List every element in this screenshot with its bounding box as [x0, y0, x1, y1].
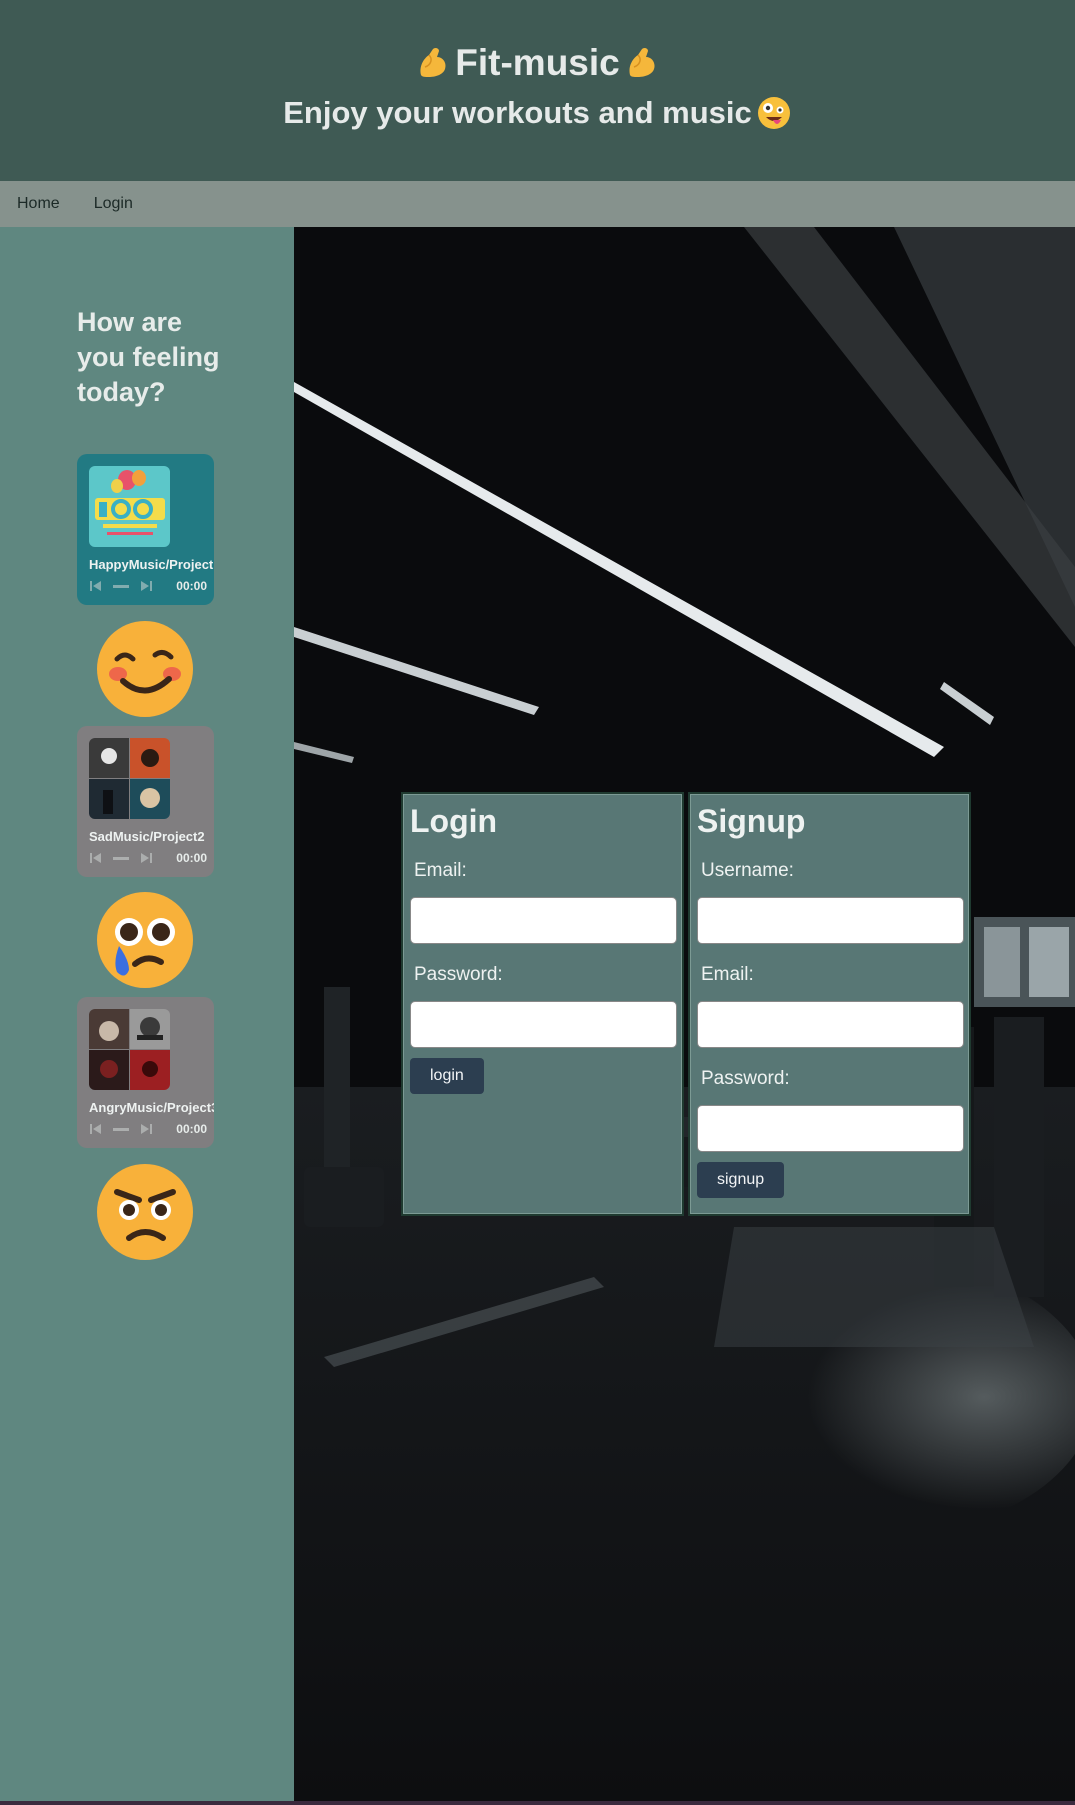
angry-player-controls: 00:00 — [89, 1121, 207, 1137]
site-title-row: Fit-music — [0, 40, 1075, 86]
happy-track-time: 00:00 — [176, 579, 207, 593]
happy-track-name: HappyMusic/Project1 — [89, 557, 214, 572]
progress-bar[interactable] — [113, 584, 129, 588]
angry-album-cover — [89, 1009, 170, 1090]
skip-forward-icon[interactable] — [139, 1122, 153, 1136]
login-email-label: Email: — [414, 860, 467, 881]
signup-title: Signup — [697, 803, 806, 839]
site-subtitle-row: Enjoy your workouts and music — [0, 93, 1075, 133]
progress-bar[interactable] — [113, 1127, 129, 1131]
happy-album-cover — [89, 466, 170, 547]
flexed-biceps-icon — [629, 47, 655, 77]
sad-track-name: SadMusic/Project2 — [89, 829, 205, 844]
login-email-input[interactable] — [410, 897, 677, 944]
signup-password-label: Password: — [701, 1068, 790, 1089]
login-button[interactable]: login — [410, 1058, 484, 1094]
skip-back-icon[interactable] — [89, 851, 103, 865]
nav-login-link[interactable]: Login — [77, 195, 150, 213]
signup-username-input[interactable] — [697, 897, 964, 944]
flexed-biceps-icon — [420, 47, 446, 77]
login-title: Login — [410, 803, 498, 839]
signup-username-label: Username: — [701, 860, 794, 881]
skip-back-icon[interactable] — [89, 1122, 103, 1136]
sad-music-player[interactable]: SadMusic/Project2 00:00 — [77, 726, 214, 877]
angry-track-time: 00:00 — [176, 1122, 207, 1136]
sad-player-controls: 00:00 — [89, 850, 207, 866]
top-nav: Home Login — [0, 181, 1075, 227]
skip-forward-icon[interactable] — [139, 851, 153, 865]
progress-bar[interactable] — [113, 856, 129, 860]
smiling-face-icon — [97, 621, 193, 717]
angry-face-icon — [97, 1164, 193, 1260]
angry-music-player[interactable]: AngryMusic/Project3 00:00 — [77, 997, 214, 1148]
login-password-input[interactable] — [410, 1001, 677, 1048]
site-header: Fit-music Enjoy your workouts and music — [0, 0, 1075, 181]
sad-album-cover — [89, 738, 170, 819]
zany-face-icon — [757, 97, 790, 129]
site-title: Fit-music — [455, 42, 620, 83]
crying-face-icon — [97, 892, 193, 988]
login-password-label: Password: — [414, 964, 503, 985]
sad-track-time: 00:00 — [176, 851, 207, 865]
nav-home-link[interactable]: Home — [0, 195, 77, 213]
skip-back-icon[interactable] — [89, 579, 103, 593]
page-bottom-edge — [0, 1801, 1075, 1805]
happy-player-controls: 00:00 — [89, 578, 207, 594]
signup-password-input[interactable] — [697, 1105, 964, 1152]
site-subtitle: Enjoy your workouts and music — [283, 95, 752, 130]
skip-forward-icon[interactable] — [139, 579, 153, 593]
signup-email-input[interactable] — [697, 1001, 964, 1048]
mood-heading: How are you feeling today? — [77, 307, 220, 407]
signup-form: Signup Username: Email: Password: signup — [688, 792, 971, 1216]
mood-sidebar: How are you feeling today? HappyMusic/Pr… — [0, 227, 294, 1805]
happy-music-player[interactable]: HappyMusic/Project1 00:00 — [77, 454, 214, 605]
signup-button[interactable]: signup — [697, 1162, 785, 1198]
login-form: Login Email: Password: login — [401, 792, 684, 1216]
signup-email-label: Email: — [701, 964, 754, 985]
angry-track-name: AngryMusic/Project3 — [89, 1100, 214, 1115]
